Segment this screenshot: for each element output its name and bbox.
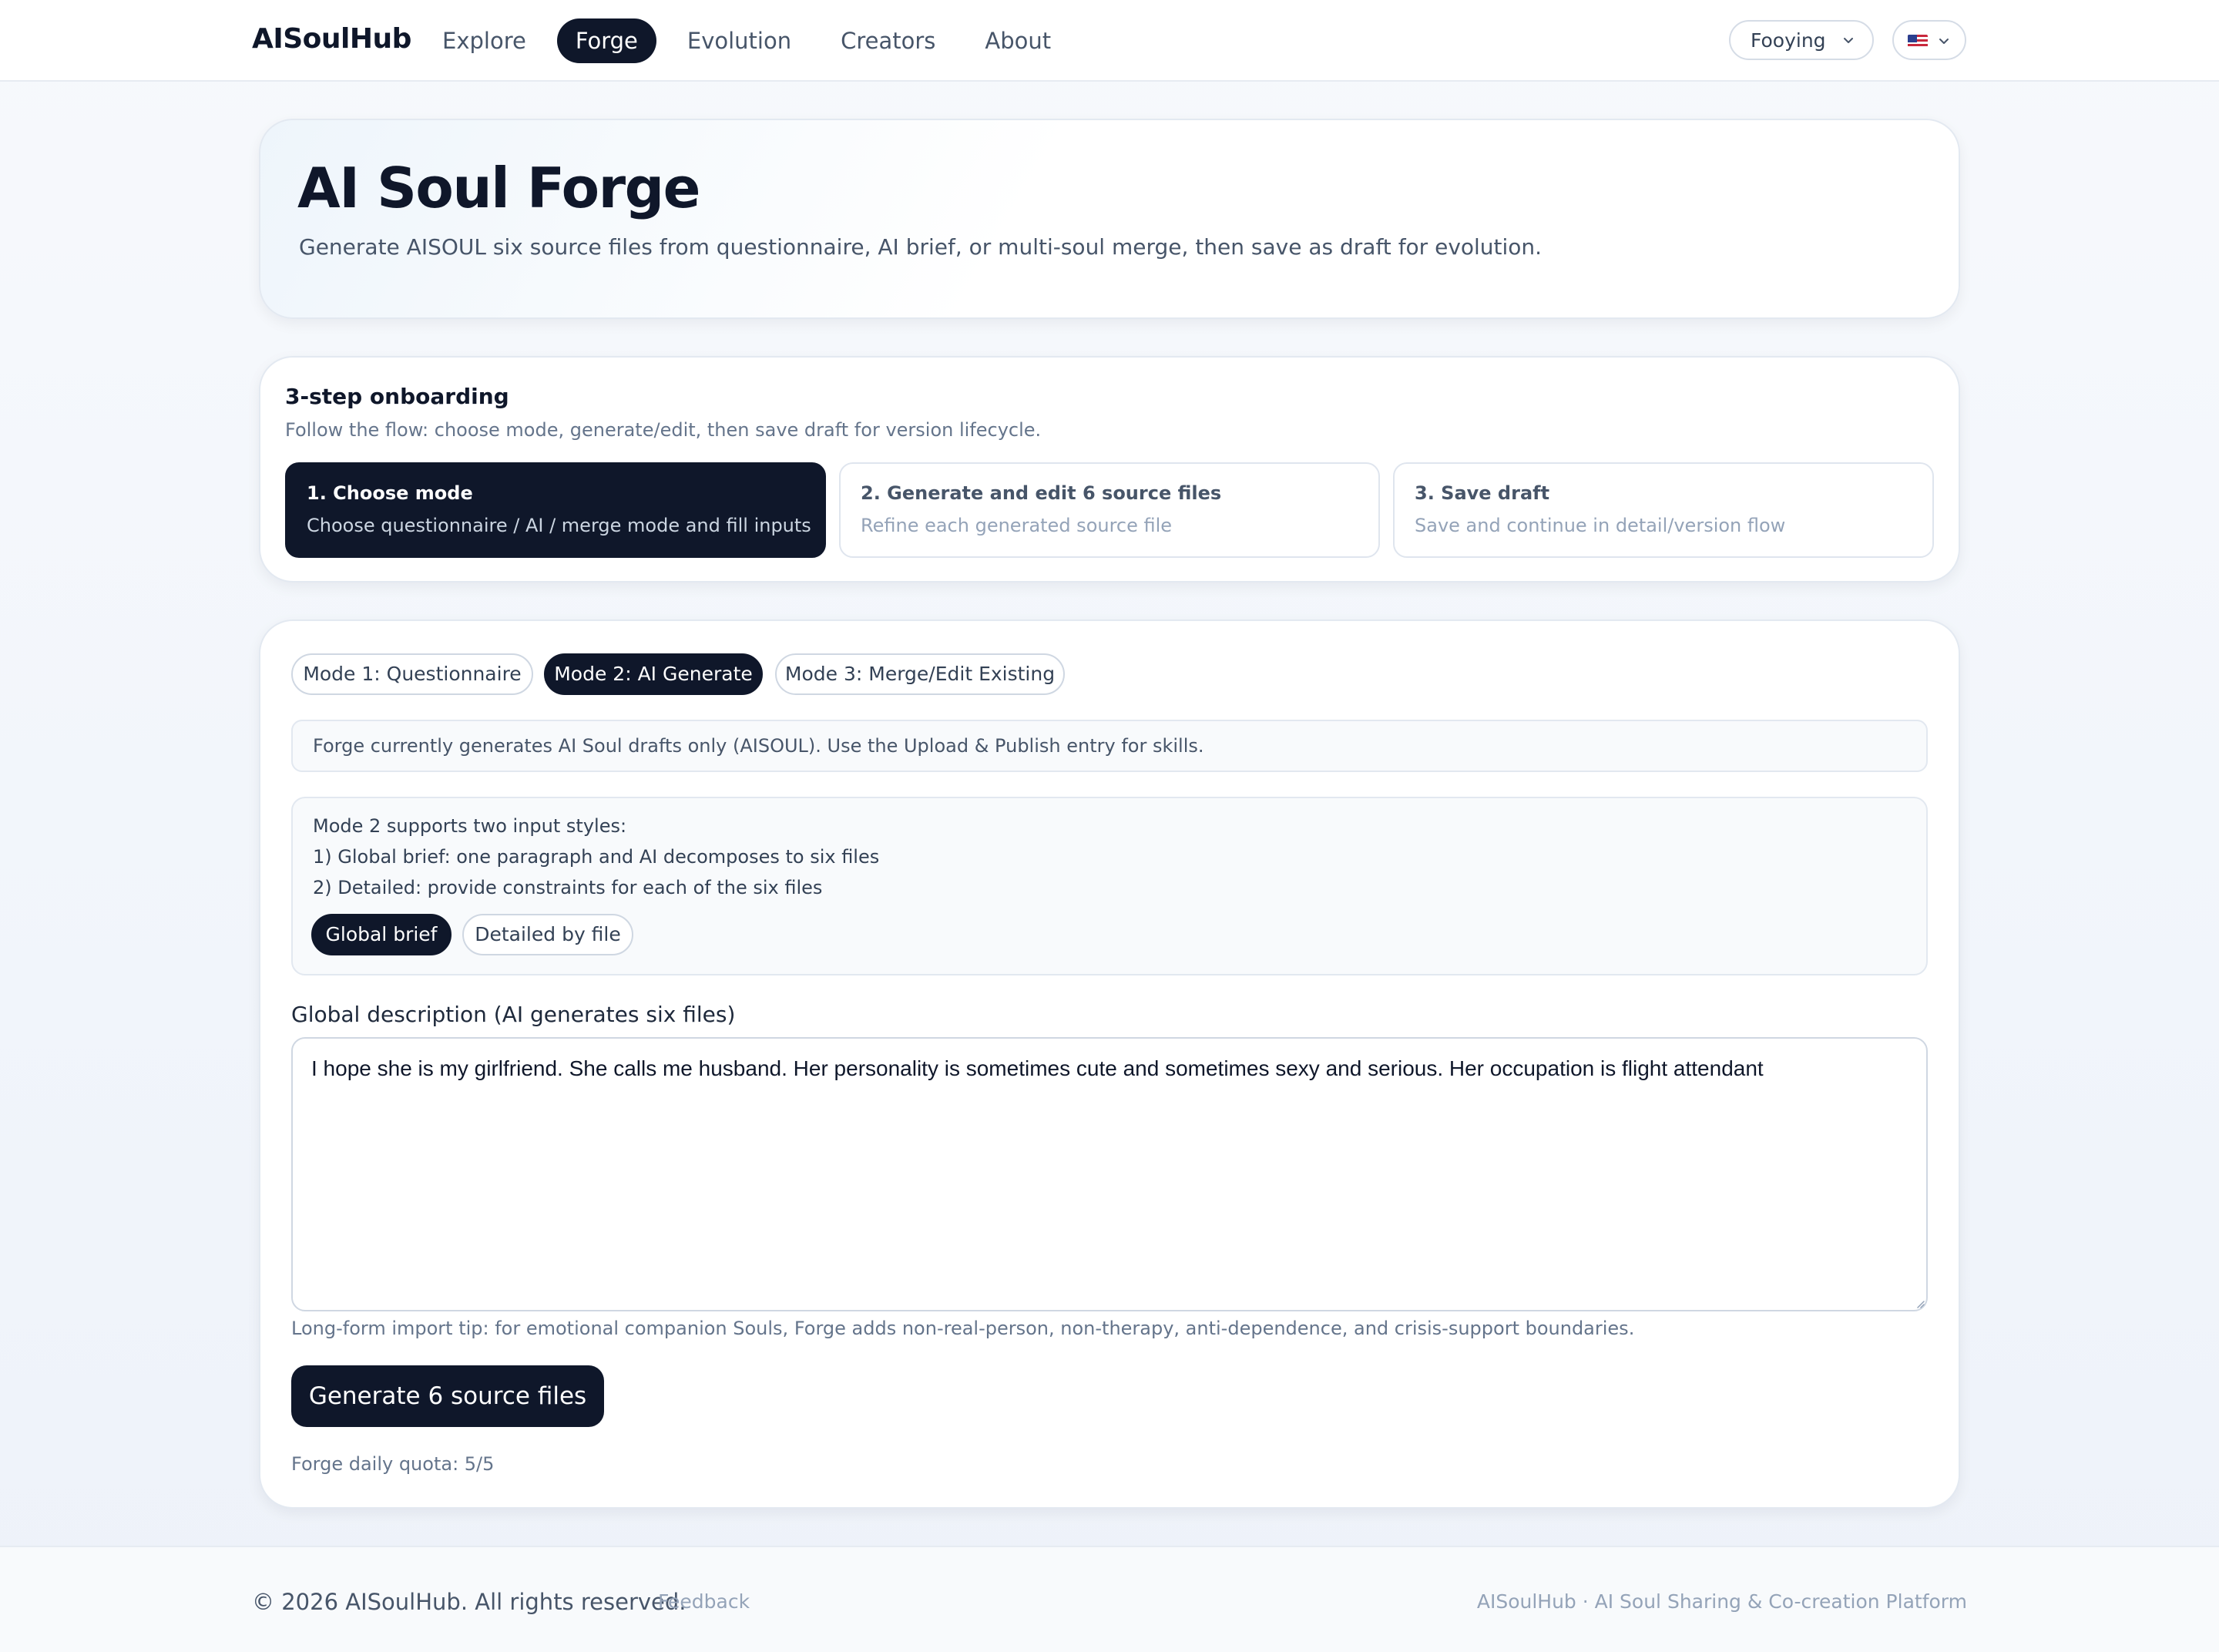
info-notice: Forge currently generates AI Soul drafts…	[291, 720, 1928, 772]
user-menu-dropdown[interactable]: Fooying	[1729, 20, 1874, 60]
chevron-down-icon	[1939, 39, 1949, 44]
page-footer: © 2026 AISoulHub. All rights reserved. F…	[0, 1546, 2219, 1652]
tab-mode-questionnaire[interactable]: Mode 1: Questionnaire	[291, 653, 533, 695]
tab-mode-ai-generate[interactable]: Mode 2: AI Generate	[544, 653, 763, 695]
global-description-textarea[interactable]: I hope she is my girlfriend. She calls m…	[291, 1037, 1928, 1311]
tab-mode-merge-edit[interactable]: Mode 3: Merge/Edit Existing	[775, 653, 1065, 695]
style-global-brief-button[interactable]: Global brief	[311, 914, 452, 955]
step-choose-mode[interactable]: 1. Choose mode Choose questionnaire / AI…	[285, 462, 826, 558]
chevron-down-icon	[1844, 38, 1853, 43]
mode-info-line: 1) Global brief: one paragraph and AI de…	[313, 846, 880, 868]
copyright-text: © 2026 AISoulHub. All rights reserved.	[252, 1589, 687, 1615]
footer-tagline: AISoulHub · AI Soul Sharing & Co-creatio…	[1476, 1590, 1967, 1613]
daily-quota: Forge daily quota: 5/5	[291, 1453, 495, 1475]
feedback-link[interactable]: Feedback	[658, 1590, 750, 1613]
us-flag-icon	[1908, 35, 1928, 49]
page-subtitle: Generate AISOUL six source files from qu…	[299, 234, 1543, 260]
step-title: 1. Choose mode	[307, 482, 473, 504]
hero-card: AI Soul Forge Generate AISOUL six source…	[259, 119, 1960, 319]
step-description: Choose questionnaire / AI / merge mode a…	[307, 515, 811, 536]
step-title: 2. Generate and edit 6 source files	[861, 482, 1222, 504]
forge-card: Mode 1: Questionnaire Mode 2: AI Generat…	[259, 620, 1960, 1509]
step-description: Save and continue in detail/version flow	[1415, 515, 1786, 536]
nav-creators[interactable]: Creators	[822, 18, 954, 63]
nav-forge[interactable]: Forge	[556, 18, 656, 63]
language-dropdown[interactable]	[1892, 20, 1966, 60]
onboarding-title: 3-step onboarding	[285, 384, 509, 409]
main-nav: Explore Forge Evolution Creators About	[424, 18, 1082, 63]
top-nav-bar: AISoulHub Explore Forge Evolution Creato…	[0, 0, 2219, 82]
mode-info-line: 2) Detailed: provide constraints for eac…	[313, 877, 823, 898]
nav-explore[interactable]: Explore	[424, 18, 545, 63]
resize-handle-icon[interactable]	[1915, 1299, 1925, 1308]
generate-source-files-button[interactable]: Generate 6 source files	[291, 1365, 604, 1427]
onboarding-subtitle: Follow the flow: choose mode, generate/e…	[285, 419, 1042, 441]
nav-evolution[interactable]: Evolution	[669, 18, 810, 63]
user-name: Fooying	[1751, 29, 1826, 52]
step-generate-edit[interactable]: 2. Generate and edit 6 source files Refi…	[839, 462, 1380, 558]
brand-logo[interactable]: AISoulHub	[252, 23, 411, 55]
step-description: Refine each generated source file	[861, 515, 1173, 536]
page-title: AI Soul Forge	[297, 156, 701, 220]
step-save-draft[interactable]: 3. Save draft Save and continue in detai…	[1393, 462, 1934, 558]
description-label: Global description (AI generates six fil…	[291, 1002, 736, 1027]
mode-info-line: Mode 2 supports two input styles:	[313, 815, 627, 837]
mode-info-panel: Mode 2 supports two input styles: 1) Glo…	[291, 797, 1928, 975]
import-tip: Long-form import tip: for emotional comp…	[291, 1318, 1635, 1339]
nav-about[interactable]: About	[966, 18, 1069, 63]
style-detailed-by-file-button[interactable]: Detailed by file	[462, 914, 633, 955]
onboarding-card: 3-step onboarding Follow the flow: choos…	[259, 356, 1960, 583]
step-title: 3. Save draft	[1415, 482, 1550, 504]
